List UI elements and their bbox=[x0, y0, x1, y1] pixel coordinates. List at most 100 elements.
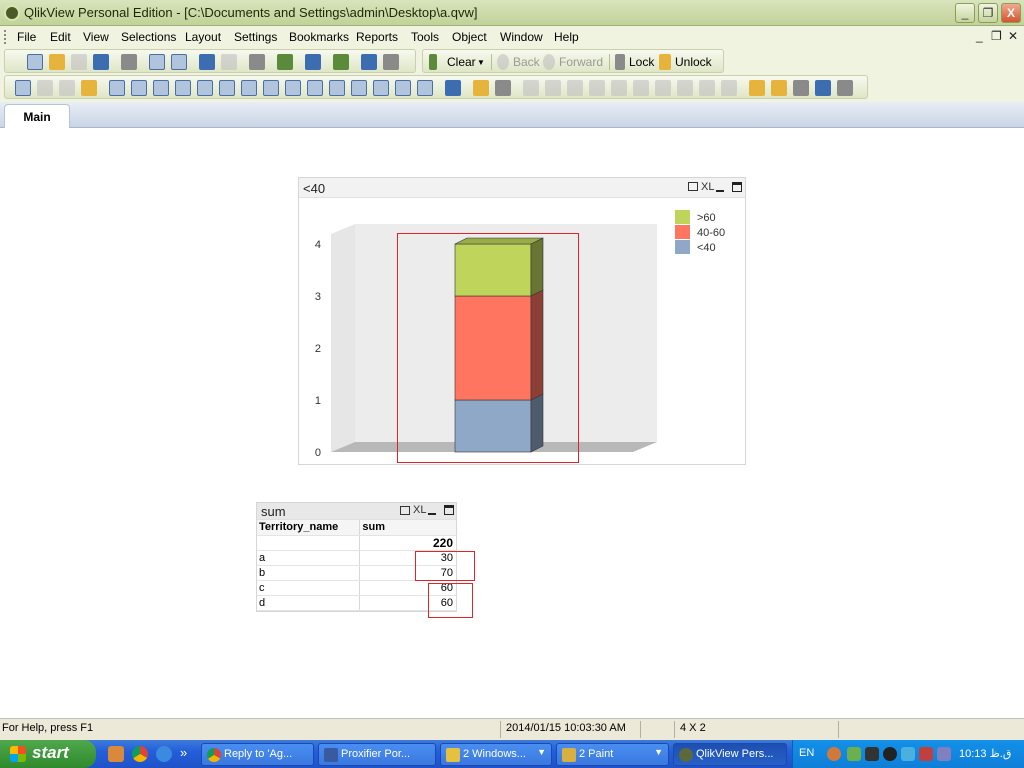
redo-icon[interactable] bbox=[221, 54, 237, 70]
taskbar-button-paint-group[interactable]: 2 Paint ▼ bbox=[556, 743, 669, 766]
chart-icon[interactable] bbox=[197, 80, 213, 96]
menu-window[interactable]: Window bbox=[500, 30, 543, 44]
lock-button[interactable]: Lock bbox=[629, 55, 654, 69]
taskbar-button-qlikview[interactable]: QlikView Pers... bbox=[673, 743, 787, 766]
checklist-icon[interactable] bbox=[277, 54, 293, 70]
slider-object-icon[interactable] bbox=[329, 80, 345, 96]
button-object-icon[interactable] bbox=[263, 80, 279, 96]
maximize-icon[interactable] bbox=[732, 182, 742, 192]
save-icon[interactable] bbox=[93, 54, 109, 70]
format-painter-icon[interactable] bbox=[473, 80, 489, 96]
add-sheet-icon[interactable] bbox=[15, 80, 31, 96]
open-folder-icon[interactable] bbox=[49, 54, 65, 70]
align-center-icon[interactable] bbox=[545, 80, 561, 96]
tab-main[interactable]: Main bbox=[4, 104, 70, 129]
document-minimize-button[interactable]: _ bbox=[976, 29, 983, 43]
quicklaunch-ie-icon[interactable] bbox=[156, 746, 172, 762]
language-indicator[interactable]: EN bbox=[799, 747, 814, 759]
reload-script-icon[interactable] bbox=[171, 54, 187, 70]
menu-selections[interactable]: Selections bbox=[121, 30, 176, 44]
align-middle-icon[interactable] bbox=[611, 80, 627, 96]
search-icon[interactable] bbox=[249, 54, 265, 70]
maximize-icon[interactable] bbox=[444, 505, 454, 515]
tray-media-icon[interactable] bbox=[883, 747, 897, 761]
document-restore-button[interactable]: ❐ bbox=[991, 29, 1002, 43]
chart-object[interactable]: <40 XL 0 1 2 3 4 >60 40-60 <40 bbox=[298, 177, 746, 465]
tray-network-icon[interactable] bbox=[847, 747, 861, 761]
tray-show-hidden-icon[interactable] bbox=[827, 747, 841, 761]
adjust-top-icon[interactable] bbox=[721, 80, 737, 96]
minimize-button[interactable]: _ bbox=[955, 3, 975, 23]
align-right-icon[interactable] bbox=[567, 80, 583, 96]
back-button[interactable]: Back bbox=[513, 55, 540, 69]
tray-dropbox-icon[interactable] bbox=[901, 747, 915, 761]
adjust-left-icon[interactable] bbox=[699, 80, 715, 96]
menu-object[interactable]: Object bbox=[452, 30, 487, 44]
print-icon[interactable] bbox=[121, 54, 137, 70]
menu-bookmarks[interactable]: Bookmarks bbox=[289, 30, 349, 44]
menu-help[interactable]: Help bbox=[554, 30, 579, 44]
space-horizontal-icon[interactable] bbox=[655, 80, 671, 96]
menu-tools[interactable]: Tools bbox=[411, 30, 439, 44]
tray-display-icon[interactable] bbox=[937, 747, 951, 761]
menu-reports[interactable]: Reports bbox=[356, 30, 398, 44]
document-properties-icon[interactable] bbox=[749, 80, 765, 96]
send-to-excel-icon[interactable]: XL bbox=[413, 504, 426, 516]
bookmark-object-icon[interactable] bbox=[351, 80, 367, 96]
minimize-icon[interactable] bbox=[428, 513, 436, 515]
list-box-icon[interactable] bbox=[109, 80, 125, 96]
menu-file[interactable]: File bbox=[17, 30, 36, 44]
print-icon[interactable] bbox=[400, 506, 410, 515]
table-viewer-icon[interactable] bbox=[815, 80, 831, 96]
chart-caption[interactable]: <40 XL bbox=[299, 178, 745, 198]
stacked-bar-chart[interactable]: 0 1 2 3 4 >60 40-60 <40 bbox=[299, 198, 745, 464]
start-button[interactable]: start bbox=[0, 740, 96, 768]
multi-box-icon[interactable] bbox=[175, 80, 191, 96]
demote-sheet-icon[interactable] bbox=[59, 80, 75, 96]
clear-button[interactable]: Clear bbox=[447, 55, 476, 69]
quicklaunch-chrome-icon[interactable] bbox=[132, 746, 148, 762]
search-object-icon[interactable] bbox=[373, 80, 389, 96]
territory-cell[interactable]: b bbox=[257, 565, 361, 581]
quicklaunch-overflow-icon[interactable]: » bbox=[180, 745, 187, 760]
clear-dropdown-icon[interactable]: ▼ bbox=[477, 58, 485, 67]
column-header-sum[interactable]: sum bbox=[359, 520, 457, 536]
promote-sheet-icon[interactable] bbox=[37, 80, 53, 96]
forward-button[interactable]: Forward bbox=[559, 55, 603, 69]
table-caption[interactable]: sum XL bbox=[257, 503, 456, 520]
minimize-icon[interactable] bbox=[716, 190, 724, 192]
line-arrow-icon[interactable] bbox=[307, 80, 323, 96]
column-header-territory-name[interactable]: Territory_name bbox=[257, 520, 361, 536]
maximize-button[interactable]: ❐ bbox=[978, 3, 998, 23]
menu-view[interactable]: View bbox=[83, 30, 109, 44]
undo-icon[interactable] bbox=[199, 54, 215, 70]
statistics-box-icon[interactable] bbox=[131, 80, 147, 96]
edit-module-icon[interactable] bbox=[793, 80, 809, 96]
document-icon[interactable] bbox=[837, 80, 853, 96]
input-box-icon[interactable] bbox=[219, 80, 235, 96]
menu-grip[interactable] bbox=[4, 30, 7, 44]
territory-cell[interactable]: c bbox=[257, 580, 361, 596]
edit-script-icon[interactable] bbox=[149, 54, 165, 70]
context-help-icon[interactable] bbox=[383, 54, 399, 70]
container-icon[interactable] bbox=[395, 80, 411, 96]
align-left-icon[interactable] bbox=[523, 80, 539, 96]
taskbar-button-proxifier[interactable]: Proxifier Por... bbox=[318, 743, 436, 766]
print-icon[interactable] bbox=[688, 182, 698, 191]
quicklaunch-email-icon[interactable] bbox=[108, 746, 124, 762]
text-object-icon[interactable] bbox=[285, 80, 301, 96]
close-button[interactable]: X bbox=[1001, 3, 1021, 23]
align-top-icon[interactable] bbox=[633, 80, 649, 96]
sheet-properties-icon[interactable] bbox=[81, 80, 97, 96]
territory-cell[interactable]: d bbox=[257, 595, 361, 611]
help-icon[interactable] bbox=[361, 54, 377, 70]
quick-chart-icon[interactable] bbox=[445, 80, 461, 96]
qlikview-app-icon[interactable] bbox=[4, 5, 20, 21]
table-object[interactable]: sum XL Territory_name sum 220 a 30 b 70 … bbox=[256, 502, 457, 612]
document-close-button[interactable]: ✕ bbox=[1008, 29, 1018, 43]
menu-settings[interactable]: Settings bbox=[234, 30, 277, 44]
custom-object-icon[interactable] bbox=[417, 80, 433, 96]
space-vertical-icon[interactable] bbox=[677, 80, 693, 96]
table-box-icon[interactable] bbox=[153, 80, 169, 96]
grid-icon[interactable] bbox=[495, 80, 511, 96]
